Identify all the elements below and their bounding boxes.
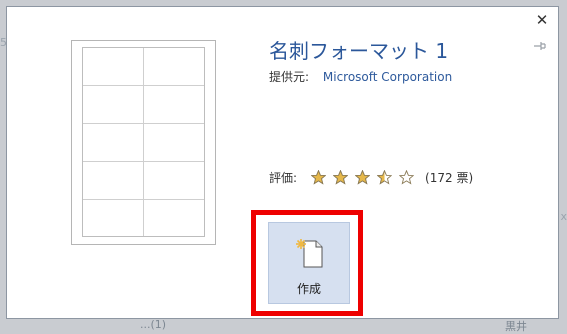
close-icon: ✕ — [535, 11, 549, 29]
close-button[interactable]: ✕ — [534, 12, 550, 28]
vote-count: (172 票) — [425, 171, 474, 185]
rating-row: 評価: (172 票) — [269, 169, 473, 186]
create-button[interactable]: 作成 — [268, 222, 350, 304]
provider-label: 提供元: — [269, 70, 310, 84]
business-card-grid — [82, 47, 205, 237]
star-empty-icon — [399, 170, 415, 185]
rating-label: 評価: — [269, 171, 298, 185]
create-label: 作成 — [296, 282, 321, 296]
backdrop-text-bottom-left: ...(1) — [140, 318, 167, 331]
template-preview-dialog: ✕ 名刺フォーマット 1 提供元: Microsoft Corporation … — [6, 6, 559, 319]
template-title: 名刺フォーマット 1 — [269, 39, 449, 63]
rating-stars — [311, 170, 421, 185]
new-document-icon — [296, 239, 323, 268]
star-full-icon — [311, 170, 327, 185]
star-half-icon — [377, 170, 393, 185]
backdrop-text-bottom-right: 黒井 — [505, 320, 527, 333]
star-full-icon — [355, 170, 371, 185]
star-full-icon — [333, 170, 349, 185]
provider-value: Microsoft Corporation — [322, 70, 453, 84]
pin-icon — [534, 42, 546, 50]
backdrop-text-right: x — [560, 210, 567, 223]
provider-row: 提供元: Microsoft Corporation — [269, 68, 452, 85]
template-thumbnail — [71, 40, 216, 245]
pin-button[interactable] — [534, 41, 548, 53]
